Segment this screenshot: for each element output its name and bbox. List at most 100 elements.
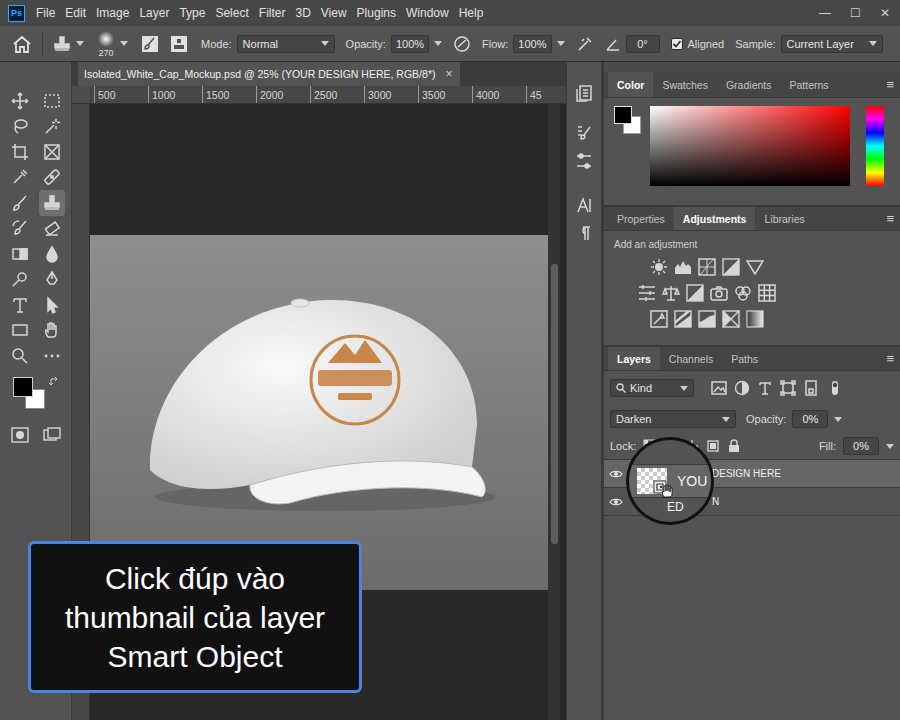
character-panel-icon[interactable] bbox=[575, 196, 593, 214]
panel-tab-label[interactable]: Paths bbox=[731, 353, 758, 365]
filter-toggle-icon[interactable] bbox=[830, 380, 840, 396]
window-control[interactable]: — bbox=[810, 6, 840, 20]
app-logo[interactable]: Ps bbox=[8, 5, 25, 22]
panel-tab-label[interactable]: Libraries bbox=[764, 213, 804, 225]
zoom-tool-icon[interactable] bbox=[11, 347, 29, 365]
hue-saturation-icon[interactable] bbox=[638, 284, 656, 302]
blur-tool-icon[interactable] bbox=[43, 245, 61, 263]
caret-icon[interactable] bbox=[722, 417, 730, 422]
panel-tab-label[interactable]: Color bbox=[617, 79, 644, 91]
tool-button[interactable] bbox=[7, 343, 33, 369]
flow-field[interactable]: 100% bbox=[513, 35, 551, 53]
tool-button[interactable] bbox=[7, 139, 33, 165]
angle-field-value[interactable]: 0° bbox=[637, 38, 648, 50]
hand-tool-icon[interactable] bbox=[43, 321, 61, 339]
layer-opacity-field[interactable]: 0% bbox=[792, 410, 828, 428]
tool-button[interactable] bbox=[39, 139, 65, 165]
airbrush-icon[interactable] bbox=[576, 35, 594, 53]
panel-tab-label[interactable]: Channels bbox=[669, 353, 713, 365]
sample-select-value[interactable]: Current Layer bbox=[787, 38, 854, 50]
caret-icon[interactable] bbox=[434, 41, 442, 46]
panel-menu-button[interactable]: ≡ bbox=[886, 77, 894, 92]
gradient-tool-icon[interactable] bbox=[11, 245, 29, 263]
foreground-color[interactable] bbox=[13, 377, 33, 397]
document-title[interactable]: Isolated_White_Cap_Mockup.psd @ 25% (YOU… bbox=[84, 68, 435, 80]
menu-item[interactable]: File bbox=[31, 6, 60, 20]
mode-select-value[interactable]: Normal bbox=[243, 38, 278, 50]
home-icon[interactable] bbox=[12, 35, 32, 53]
tool-button[interactable] bbox=[39, 216, 65, 242]
threshold-icon[interactable] bbox=[698, 310, 716, 328]
vibrance-icon[interactable] bbox=[746, 258, 764, 276]
foreground-swatch[interactable] bbox=[614, 106, 632, 124]
tool-button[interactable] bbox=[7, 88, 33, 114]
document-tab[interactable]: Isolated_White_Cap_Mockup.psd @ 25% (YOU… bbox=[78, 62, 460, 86]
selective-color-icon[interactable] bbox=[722, 310, 740, 328]
frame-tool-icon[interactable] bbox=[43, 143, 61, 161]
tool-button[interactable] bbox=[7, 267, 33, 293]
brightness-icon[interactable] bbox=[650, 258, 668, 276]
menu-item[interactable]: View bbox=[316, 6, 352, 20]
swap-colors-icon[interactable] bbox=[49, 377, 59, 387]
eye-icon[interactable] bbox=[609, 469, 623, 479]
screen-mode-icon[interactable] bbox=[43, 427, 61, 443]
opacity-field[interactable]: 100% bbox=[391, 35, 429, 53]
layer-name[interactable]: N bbox=[712, 496, 719, 507]
panel-menu-button[interactable]: ≡ bbox=[886, 211, 894, 226]
tool-button[interactable] bbox=[7, 114, 33, 140]
tool-button[interactable] bbox=[39, 241, 65, 267]
panel-tab-label[interactable]: Swatches bbox=[662, 79, 708, 91]
brushes-panel-icon[interactable] bbox=[575, 124, 593, 142]
healing-brush-icon[interactable] bbox=[43, 168, 61, 186]
layer-filter-value[interactable]: Kind bbox=[630, 382, 676, 394]
panel-tab-label[interactable]: Layers bbox=[617, 353, 651, 365]
brush-size[interactable]: 270 bbox=[98, 48, 113, 58]
tool-button[interactable] bbox=[7, 190, 33, 216]
invert-icon[interactable] bbox=[650, 310, 668, 328]
tool-button[interactable] bbox=[39, 343, 65, 369]
tool-button[interactable] bbox=[7, 216, 33, 242]
black-white-icon[interactable] bbox=[686, 284, 704, 302]
visibility-toggle[interactable] bbox=[604, 469, 628, 479]
tool-button[interactable] bbox=[39, 88, 65, 114]
vertical-scrollbar[interactable] bbox=[548, 104, 560, 720]
eraser-tool-icon[interactable] bbox=[43, 219, 61, 237]
caret-icon[interactable] bbox=[557, 41, 565, 46]
panel-tab-label[interactable]: Properties bbox=[617, 213, 665, 225]
curves-icon[interactable] bbox=[698, 258, 716, 276]
aligned-checkbox[interactable] bbox=[671, 38, 683, 50]
tool-button[interactable] bbox=[39, 267, 65, 293]
panel-tab[interactable]: Adjustments bbox=[674, 207, 756, 230]
menu-item[interactable]: Filter bbox=[254, 6, 291, 20]
photo-filter-icon[interactable] bbox=[710, 284, 728, 302]
aligned-label[interactable]: Aligned bbox=[688, 38, 725, 50]
tool-button[interactable] bbox=[7, 165, 33, 191]
brush-preset[interactable]: 270 bbox=[97, 30, 115, 58]
paragraph-panel-icon[interactable] bbox=[575, 224, 593, 242]
pen-tool-icon[interactable] bbox=[43, 270, 61, 288]
menu-item[interactable]: Edit bbox=[60, 6, 91, 20]
fill-field[interactable]: 0% bbox=[843, 437, 879, 455]
opacity-field-value[interactable]: 100% bbox=[396, 38, 424, 50]
panel-menu-button[interactable]: ≡ bbox=[886, 351, 894, 366]
layer-opacity-field-value[interactable]: 0% bbox=[802, 413, 818, 425]
caret-icon[interactable] bbox=[76, 41, 84, 46]
menu-item[interactable]: Layer bbox=[134, 6, 174, 20]
color-balance-icon[interactable] bbox=[662, 284, 680, 302]
tool-button[interactable] bbox=[7, 292, 33, 318]
clone-stamp-icon[interactable] bbox=[53, 35, 71, 53]
move-tool-icon[interactable] bbox=[11, 92, 29, 110]
eye-icon[interactable] bbox=[609, 497, 623, 507]
history-brush-icon[interactable] bbox=[11, 219, 29, 237]
angle-field[interactable]: 0° bbox=[626, 35, 660, 53]
panel-tab[interactable]: Properties bbox=[608, 207, 674, 230]
menu-item[interactable]: Window bbox=[401, 6, 454, 20]
panel-tab[interactable]: Layers bbox=[608, 347, 660, 370]
crop-tool-icon[interactable] bbox=[11, 143, 29, 161]
type-filter-icon[interactable] bbox=[757, 380, 773, 396]
caret-icon[interactable] bbox=[120, 41, 128, 46]
panel-tab[interactable]: Color bbox=[608, 72, 653, 97]
fill-field-value[interactable]: 0% bbox=[853, 440, 869, 452]
eyedropper-icon[interactable] bbox=[11, 168, 29, 186]
brush-settings-icon[interactable] bbox=[141, 35, 159, 53]
